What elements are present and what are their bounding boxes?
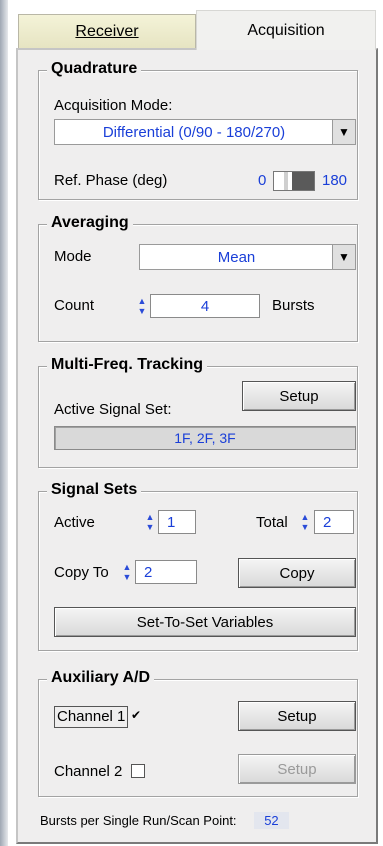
acquisition-mode-select[interactable]: Differential (0/90 - 180/270) ▼ <box>54 119 356 145</box>
signal-set-total-label: Total <box>256 514 288 531</box>
dropdown-arrow-icon[interactable]: ▼ <box>332 245 355 269</box>
signal-set-total-field[interactable]: 2 <box>314 510 354 534</box>
bursts-status: Bursts per Single Run/Scan Point: 52 <box>40 812 289 829</box>
set-to-set-variables-button[interactable]: Set-To-Set Variables <box>54 607 356 637</box>
active-spinner-icon[interactable]: ▲ ▼ <box>145 510 155 534</box>
count-spinner-icon[interactable]: ▲ ▼ <box>137 294 147 318</box>
channel1-checkbox[interactable]: ✔ <box>129 709 143 723</box>
count-field[interactable]: 4 <box>150 294 260 318</box>
window-edge <box>0 0 8 846</box>
bursts-status-label: Bursts per Single Run/Scan Point: <box>40 813 237 828</box>
tab-acquisition[interactable]: Acquisition <box>196 10 376 50</box>
multi-freq-setup-button[interactable]: Setup <box>242 381 356 411</box>
ref-phase-label: Ref. Phase (deg) <box>54 172 168 189</box>
averaging-title: Averaging <box>47 213 133 233</box>
multi-freq-title: Multi-Freq. Tracking <box>47 355 208 375</box>
averaging-group: Averaging <box>38 213 358 342</box>
ref-phase-max: 180 <box>322 172 348 189</box>
ref-phase-slider[interactable] <box>273 171 315 191</box>
channel1-setup-button[interactable]: Setup <box>238 701 356 731</box>
averaging-mode-value: Mean <box>217 248 256 266</box>
ref-phase-min: 0 <box>258 172 267 189</box>
channel1-label: Channel 1 <box>54 706 129 728</box>
active-signal-set-label: Active Signal Set: <box>54 401 172 418</box>
channel2-label: Channel 2 <box>54 763 123 780</box>
count-label: Count <box>54 297 95 314</box>
copy-to-field[interactable]: 2 <box>135 560 197 584</box>
auxiliary-ad-title: Auxiliary A/D <box>47 668 154 688</box>
signal-set-active-field[interactable]: 1 <box>158 510 196 534</box>
channel2-checkbox[interactable] <box>131 764 145 778</box>
bursts-status-value: 52 <box>254 812 289 829</box>
acquisition-mode-value: Differential (0/90 - 180/270) <box>102 123 286 141</box>
averaging-mode-label: Mode <box>54 248 92 265</box>
active-signal-set-value: 1F, 2F, 3F <box>54 426 356 450</box>
channel2-setup-button[interactable]: Setup <box>238 754 356 784</box>
acquisition-mode-label: Acquisition Mode: <box>54 97 173 114</box>
total-spinner-icon[interactable]: ▲ ▼ <box>300 510 310 534</box>
quadrature-title: Quadrature <box>47 59 142 79</box>
dropdown-arrow-icon[interactable]: ▼ <box>332 120 355 144</box>
count-unit: Bursts <box>272 297 315 314</box>
tab-receiver-label: Receiver <box>75 22 139 40</box>
acquisition-window: Receiver Acquisition Quadrature Acquisit… <box>0 0 383 846</box>
signal-sets-title: Signal Sets <box>47 480 142 500</box>
tab-receiver[interactable]: Receiver <box>18 14 196 48</box>
checkmark-icon: ✔ <box>130 708 142 722</box>
signal-set-active-label: Active <box>54 514 95 531</box>
tab-acquisition-label: Acquisition <box>247 21 325 39</box>
copy-button[interactable]: Copy <box>238 558 356 588</box>
copy-to-spinner-icon[interactable]: ▲ ▼ <box>122 560 132 584</box>
averaging-mode-select[interactable]: Mean ▼ <box>139 244 356 270</box>
copy-to-label: Copy To <box>54 564 109 581</box>
